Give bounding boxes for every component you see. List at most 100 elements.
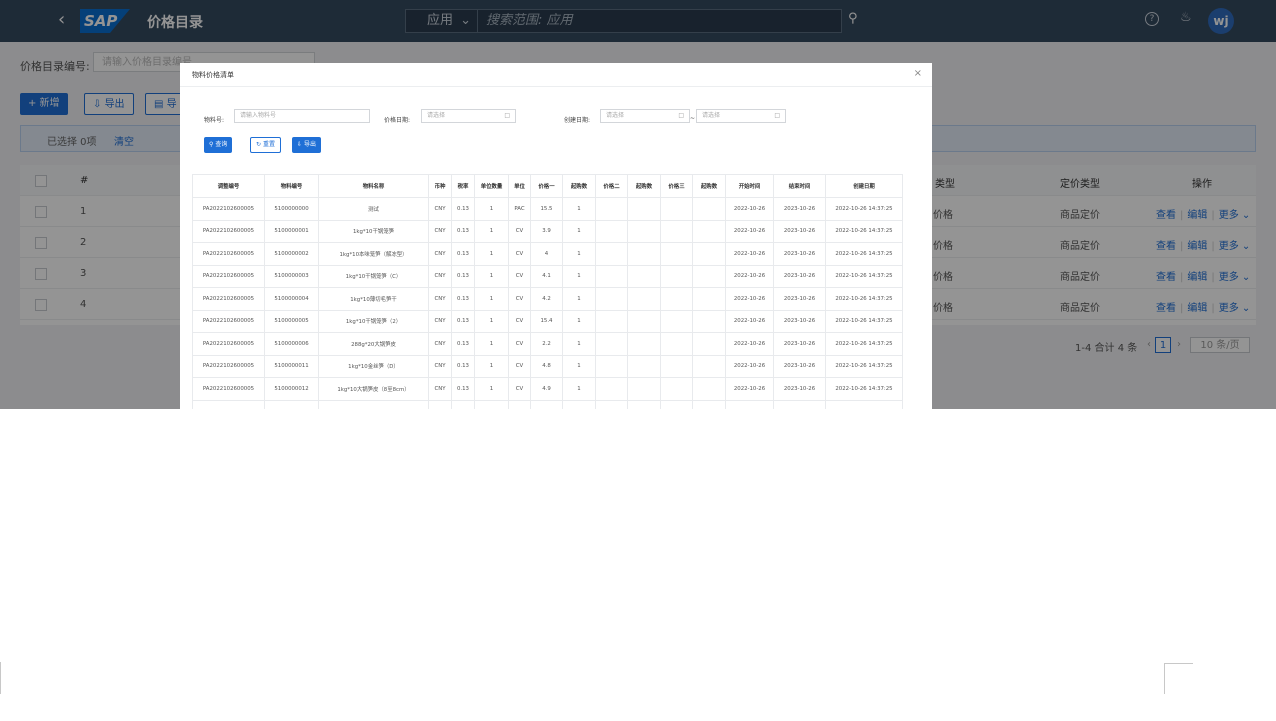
dialog-table-cell: [692, 377, 726, 401]
dialog-table-cell: 4.9: [530, 377, 563, 401]
dialog-table-cell: [595, 332, 628, 356]
dialog-col-header: 起购数: [562, 174, 596, 198]
dialog-col-header: 调整编号: [192, 174, 265, 198]
dialog-table-row[interactable]: PA2022102600005 5100000005 1kg*10干锅笼笋（2） CN…: [192, 309, 903, 333]
dialog-table-cell: 2023-10-26: [773, 219, 826, 243]
dialog-table-row[interactable]: PA2022102600005 5100000001 1kg*10干锅笼笋 CNY 0.…: [192, 219, 903, 243]
dialog-table-row[interactable]: PA2022102600005 5100000004 1kg*10薄切毛笋干 CNY 0…: [192, 287, 903, 311]
dialog-table-cell: 2022-10-26 14:37:25: [825, 219, 903, 243]
dialog-table-cell: 5100000000: [264, 197, 319, 221]
dialog-table-cell: 4.8: [530, 354, 563, 378]
dialog-table-cell: 1kg*10干锅笼笋（C）: [318, 264, 429, 288]
dialog-table-cell: 2022-10-26 14:37:25: [825, 332, 903, 356]
dialog-table-cell: PA2022102600005: [192, 309, 265, 333]
close-icon[interactable]: ×: [914, 68, 922, 79]
dialog-table-cell: 1kg*10本味笼笋（解冻型）: [318, 242, 429, 266]
dialog-table-cell: CNY: [428, 354, 452, 378]
dialog-table-cell: [595, 287, 628, 311]
dialog-table-cell: 1: [562, 377, 596, 401]
dialog-table-cell: [660, 242, 693, 266]
dialog-col-header: 创建日期: [825, 174, 903, 198]
dialog-table-cell: 2022-10-26: [725, 309, 774, 333]
dialog-table-row[interactable]: PA2022102600005 5100000000 测试 CNY 0.13 1 PAC 15…: [192, 197, 903, 221]
dialog-table-cell: 1: [474, 264, 509, 288]
dialog-divider: [180, 86, 932, 87]
dialog-table-cell: [660, 197, 693, 221]
corner-mark-left: [0, 662, 1, 694]
dialog-table-cell: 4.2: [530, 287, 563, 311]
dialog-table-cell: 1: [562, 219, 596, 243]
calendar-icon: □: [678, 112, 684, 119]
dialog-table-cell: [595, 377, 628, 401]
reset-button[interactable]: ↻ 重置: [250, 137, 281, 153]
dialog-table-cell: 3.9: [530, 219, 563, 243]
dialog-table-cell: CNY: [428, 287, 452, 311]
dialog-table-row[interactable]: PA2022102600005 5100000002 1kg*10本味笼笋（解冻型）…: [192, 242, 903, 266]
dialog-table-cell: 0.13: [451, 197, 475, 221]
dialog-table-cell: [474, 399, 509, 409]
created-date-label: 创建日期:: [564, 117, 591, 124]
dialog-table-row[interactable]: PA2022102600005 5100000006 288g*20大锅笋皮 CNY 0…: [192, 332, 903, 356]
dialog-col-header: 税率: [451, 174, 475, 198]
dialog-table-cell: [562, 399, 596, 409]
dialog-table-cell: [692, 332, 726, 356]
dialog-col-header: 价格一: [530, 174, 563, 198]
dialog-table-cell: 2022-10-26: [725, 287, 774, 311]
dialog-table-cell: [660, 399, 693, 409]
dialog-table-cell: PA2022102600005: [192, 287, 265, 311]
dialog-table-cell: [692, 264, 726, 288]
dialog-table-cell: 2022-10-26 14:37:25: [825, 309, 903, 333]
corner-mark-right: [1164, 663, 1193, 694]
dialog-table-cell: 4: [530, 242, 563, 266]
dialog-table-cell: 2023-10-26: [773, 377, 826, 401]
material-input[interactable]: 请输入物料号: [234, 109, 370, 123]
dialog-col-header: 单位数量: [474, 174, 509, 198]
dialog-table-cell: 5100000006: [264, 332, 319, 356]
dialog-table-cell: [428, 399, 452, 409]
dialog-table-cell: 2023-10-26: [773, 264, 826, 288]
dialog-table-cell: [627, 354, 661, 378]
dialog-table-cell: [660, 287, 693, 311]
dialog-table-cell: [627, 264, 661, 288]
dialog-table-cell: 1: [474, 309, 509, 333]
created-from-picker[interactable]: 请选择 □: [600, 109, 690, 123]
created-to-picker[interactable]: 请选择 □: [696, 109, 786, 123]
dialog-col-header: 起购数: [627, 174, 661, 198]
dialog-col-header: 价格二: [595, 174, 628, 198]
dialog-table-cell: 2022-10-26 14:37:25: [825, 242, 903, 266]
price-date-label: 价格日期:: [384, 117, 411, 124]
dialog-table-cell: 1kg*10干锅笼笋: [318, 219, 429, 243]
dialog-table-cell: [508, 399, 531, 409]
dialog-table-cell: [692, 309, 726, 333]
dialog-table-cell: 5100000003: [264, 264, 319, 288]
dialog-table-cell: CV: [508, 309, 531, 333]
dialog-table-cell: CNY: [428, 309, 452, 333]
price-date-picker[interactable]: 请选择 □: [421, 109, 516, 123]
query-button[interactable]: ⚲ 查询: [204, 137, 233, 153]
dialog-table-cell: [825, 399, 903, 409]
dialog-table-cell: [692, 354, 726, 378]
dialog-table-cell: 1: [562, 287, 596, 311]
dialog-col-header: 物料编号: [264, 174, 319, 198]
dialog-table-cell: [627, 332, 661, 356]
dialog-table-cell: 2.2: [530, 332, 563, 356]
dialog-table-cell: CNY: [428, 377, 452, 401]
dialog-table-cell: 1: [562, 354, 596, 378]
dialog-table-cell: 5100000004: [264, 287, 319, 311]
dialog-table-cell: [773, 399, 826, 409]
dialog-table-cell: 1: [474, 197, 509, 221]
dialog-table-cell: 5100000002: [264, 242, 319, 266]
dialog-table-cell: [595, 264, 628, 288]
dialog-table-row[interactable]: PA2022102600005 5100000003 1kg*10干锅笼笋（C） CN…: [192, 264, 903, 288]
dialog-table-row[interactable]: PA2022102600005 5100000011 1kg*10金丝笋（D） CNY…: [192, 354, 903, 378]
modal-export-button[interactable]: ⇩ 导出: [292, 137, 321, 153]
dialog-table-row[interactable]: PA2022102600005 5100000012 1kg*10大锅笋皮（8至8c…: [192, 377, 903, 401]
dialog-table-cell: PAC: [508, 197, 531, 221]
dialog-table-cell: [627, 242, 661, 266]
dialog-table-cell: CV: [508, 219, 531, 243]
dialog-table-cell: 5100000011: [264, 354, 319, 378]
query-label: 查询: [215, 141, 228, 148]
dialog-table-cell: [595, 399, 628, 409]
dialog-col-header: 物料名称: [318, 174, 429, 198]
dialog-table-cell: PA2022102600005: [192, 197, 265, 221]
